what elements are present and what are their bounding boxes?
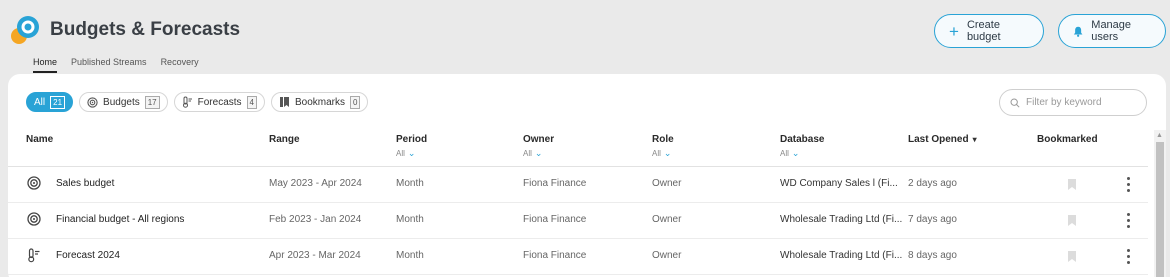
owner-label: Owner [523,134,555,145]
tab-recovery[interactable]: Recovery [161,57,199,67]
bookmark-icon[interactable] [1068,215,1076,226]
chip-budgets-label: Budgets [103,96,140,108]
row-last-opened: 8 days ago [908,250,957,261]
row-role: Owner [652,250,682,261]
role-filter[interactable]: All ⌄ [652,148,674,159]
filter-keyword-input[interactable] [1026,97,1136,108]
row-owner: Fiona Finance [523,214,587,225]
chevron-down-icon: ⌄ [663,148,672,158]
chevron-down-icon: ⌄ [534,148,543,158]
row-database: WD Company Sales l (Fi... [780,178,898,189]
row-range: May 2023 - Apr 2024 [269,178,362,189]
target-icon [27,176,41,190]
row-more-options-button[interactable] [1123,211,1133,229]
period-filter[interactable]: All ⌄ [396,148,427,159]
target-icon [27,212,41,226]
row-period: Month [396,214,424,225]
bookmark-icon [280,97,289,107]
chip-forecasts-count: 4 [246,95,257,109]
create-budget-label: Create budget [966,19,1001,43]
role-filter-value: All [652,149,661,158]
app-header: Budgets & Forecasts Home Published Strea… [0,0,1170,76]
row-name[interactable]: Sales budget [56,178,114,189]
sub-navigation: Home Published Streams Recovery [33,57,199,73]
chip-forecasts[interactable]: Forecasts 4 [173,92,265,112]
manage-users-button[interactable]: Manage users [1058,14,1166,48]
chip-budgets[interactable]: Budgets 17 [79,92,168,112]
period-filter-value: All [396,149,405,158]
column-header-name[interactable]: Name [26,134,53,145]
row-owner: Fiona Finance [523,250,587,261]
column-header-role[interactable]: Role All ⌄ [652,134,674,159]
row-database: Wholesale Trading Ltd (Fi... [780,214,903,225]
column-header-last-opened[interactable]: Last Opened ▾ [908,134,977,145]
database-label: Database [780,134,825,145]
role-label: Role [652,134,674,145]
row-range: Feb 2023 - Jan 2024 [269,214,362,225]
owner-filter-value: All [523,149,532,158]
bookmark-icon[interactable] [1068,179,1076,190]
plus-icon: + [949,21,959,41]
database-filter[interactable]: All ⌄ [780,148,824,159]
table-row[interactable]: Forecast 2024 Apr 2023 - Mar 2024 Month … [8,239,1148,275]
row-last-opened: 7 days ago [908,214,957,225]
period-label: Period [396,134,428,145]
row-more-options-button[interactable] [1123,247,1133,265]
app-logo-icon [11,16,39,44]
chevron-down-icon: ⌄ [407,148,416,158]
chip-all-label: All [34,96,46,108]
filter-search-box[interactable] [999,89,1147,116]
row-name[interactable]: Financial budget - All regions [56,214,184,225]
owner-filter[interactable]: All ⌄ [523,148,554,159]
sort-descending-icon: ▾ [972,135,977,144]
chip-bookmarks-count: 0 [350,95,361,109]
manage-users-label: Manage users [1091,19,1132,43]
tab-home[interactable]: Home [33,57,58,73]
row-database: Wholesale Trading Ltd (Fi... [780,250,903,261]
thermometer-icon [182,96,192,108]
row-role: Owner [652,178,682,189]
database-filter-value: All [780,149,789,158]
chip-bookmarks[interactable]: Bookmarks 0 [271,92,369,112]
row-owner: Fiona Finance [523,178,587,189]
bell-icon [1073,26,1083,37]
row-range: Apr 2023 - Mar 2024 [269,250,361,261]
column-header-range[interactable]: Range [269,134,300,145]
target-icon [87,96,98,108]
table-row[interactable]: Financial budget - All regions Feb 2023 … [8,203,1148,239]
chevron-down-icon: ⌄ [791,148,800,158]
table-header: Name Range Period All ⌄ Owner All ⌄ Role A… [8,129,1148,167]
chip-all[interactable]: All 21 [26,92,74,112]
row-more-options-button[interactable] [1123,175,1133,193]
column-header-period[interactable]: Period All ⌄ [396,134,427,159]
thermometer-icon [28,248,40,263]
table-scrollbar[interactable]: ▲ [1154,130,1166,277]
app-title: Budgets & Forecasts [50,19,241,40]
column-header-owner[interactable]: Owner All ⌄ [523,134,554,159]
content-card: All 21 Budgets 17 Forecasts 4 Bookmarks … [8,74,1166,277]
chip-budgets-count: 17 [144,95,160,109]
create-budget-button[interactable]: + Create budget [934,14,1044,48]
column-header-bookmarked[interactable]: Bookmarked [1037,134,1098,145]
column-header-database[interactable]: Database All ⌄ [780,134,824,159]
row-period: Month [396,178,424,189]
chip-forecasts-label: Forecasts [197,96,242,108]
search-icon [1010,98,1020,108]
scroll-up-arrow-icon[interactable]: ▲ [1156,132,1163,139]
row-role: Owner [652,214,682,225]
chip-all-count: 21 [50,95,66,109]
row-name[interactable]: Forecast 2024 [56,250,120,261]
bookmark-icon[interactable] [1068,251,1076,262]
table-row[interactable]: Sales budget May 2023 - Apr 2024 Month F… [8,167,1148,203]
row-last-opened: 2 days ago [908,178,957,189]
tab-published-streams[interactable]: Published Streams [71,57,147,67]
scrollbar-thumb[interactable] [1156,142,1164,277]
chip-bookmarks-label: Bookmarks [295,96,346,108]
filter-chips: All 21 Budgets 17 Forecasts 4 Bookmarks … [26,92,369,112]
last-opened-label: Last Opened [908,134,969,145]
row-period: Month [396,250,424,261]
